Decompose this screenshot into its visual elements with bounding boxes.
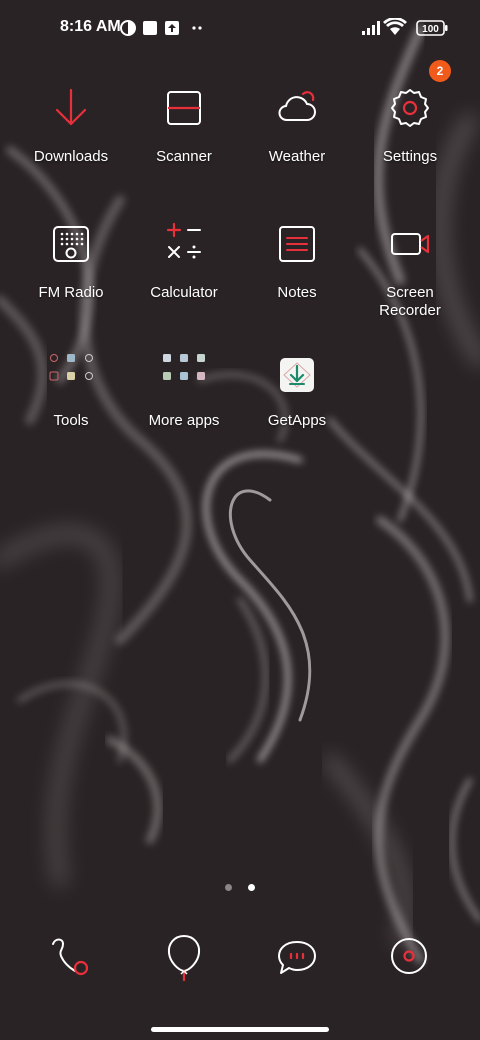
app-fm-radio[interactable]: FM Radio (15, 216, 127, 302)
browser-balloon-icon[interactable] (156, 930, 212, 986)
gear-icon (391, 89, 429, 127)
app-label: Scanner (156, 148, 212, 165)
more-dots-icon (192, 26, 202, 30)
upload-icon (165, 21, 179, 35)
app-label: GetApps (267, 412, 327, 429)
app-label: FM Radio (38, 284, 104, 301)
data-saver-icon (120, 20, 136, 36)
folder-grid-icon (163, 354, 205, 380)
folder-grid-icon (49, 354, 93, 381)
notification-badge: 2 (429, 60, 451, 82)
download-arrow-icon (55, 88, 87, 126)
battery-icon: 100 (416, 20, 448, 36)
notes-icon (279, 226, 315, 262)
phone-icon[interactable] (43, 930, 99, 986)
battery-level: 100 (422, 24, 439, 35)
home-indicator[interactable] (151, 1027, 329, 1032)
square-app-icon (143, 21, 157, 35)
app-label: Tools (53, 412, 89, 429)
app-label: Notes (277, 284, 317, 301)
app-label: Calculator (150, 284, 218, 301)
camera-icon[interactable] (381, 930, 437, 986)
status-time: 8:16 AM (60, 18, 121, 35)
app-downloads[interactable]: Downloads (15, 80, 127, 166)
app-label: More apps (148, 412, 220, 429)
app-scanner[interactable]: Scanner (128, 80, 240, 166)
scanner-icon (167, 91, 201, 125)
cloud-icon (278, 91, 316, 121)
wifi-icon (383, 18, 407, 35)
status-bar: 8:16 AM 100 (0, 0, 480, 56)
app-notes[interactable]: Notes (241, 216, 353, 302)
folder-more-apps[interactable]: More apps (128, 352, 240, 430)
notification-icons (120, 20, 202, 36)
messages-icon[interactable] (269, 930, 325, 986)
video-camera-icon (391, 233, 430, 255)
app-label: Downloads (33, 148, 109, 165)
app-screen-recorder[interactable]: Screen Recorder (354, 216, 466, 320)
app-label: Screen Recorder (379, 284, 441, 319)
app-label: Settings (382, 148, 438, 165)
app-weather[interactable]: Weather (241, 80, 353, 166)
page-indicator (0, 878, 480, 896)
app-settings[interactable]: 2 Settings (354, 60, 466, 166)
radio-icon (53, 226, 89, 262)
app-label: Weather (268, 148, 326, 165)
app-calculator[interactable]: Calculator (128, 216, 240, 302)
page-dot-1[interactable] (224, 884, 232, 891)
calculator-icon (166, 222, 201, 259)
getapps-icon (280, 358, 314, 392)
page-dot-2[interactable] (248, 884, 256, 891)
signal-icon (362, 21, 380, 35)
app-getapps[interactable]: GetApps (241, 352, 353, 430)
folder-tools[interactable]: Tools (15, 352, 127, 430)
system-icons: 100 (362, 18, 448, 36)
